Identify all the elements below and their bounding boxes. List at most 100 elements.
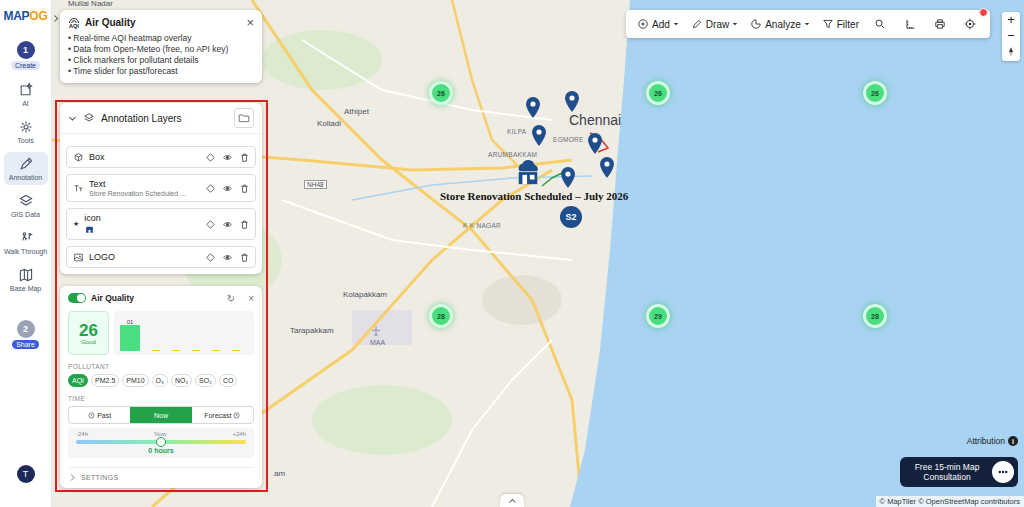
compass-icon[interactable] — [1007, 46, 1015, 58]
diamond-icon[interactable] — [206, 220, 215, 229]
aqi-marker[interactable]: 26 — [646, 81, 670, 105]
aqi-marker[interactable]: 26 — [429, 81, 453, 105]
sidebar-item[interactable]: Tools — [4, 115, 48, 148]
aqi-marker[interactable]: 26 — [863, 81, 887, 105]
sidebar-item[interactable]: Base Map — [4, 263, 48, 296]
panel-title: Annotation Layers — [101, 113, 182, 124]
location-pin-icon[interactable] — [599, 156, 615, 178]
info-icon: i — [1008, 436, 1018, 446]
location-pin-icon[interactable] — [531, 124, 547, 146]
pollutant-chip[interactable]: AQI — [68, 374, 88, 387]
pollutant-chip[interactable]: CO — [219, 374, 238, 387]
trash-icon[interactable] — [240, 220, 249, 229]
aqi-value-box: 26Good — [68, 311, 109, 355]
sidebar-item[interactable]: 1Create — [4, 37, 48, 74]
diamond-icon[interactable] — [206, 153, 215, 162]
trash-icon[interactable] — [240, 184, 249, 193]
map-area[interactable]: Mullai NadarAthipetKolladiChennaiKILPAEG… — [52, 0, 1024, 507]
chat-icon — [995, 464, 1011, 480]
attribution-button[interactable]: Attributioni — [967, 436, 1018, 446]
layers-icon — [83, 112, 95, 124]
slider-thumb[interactable] — [156, 437, 166, 447]
close-button[interactable]: × — [246, 15, 254, 30]
store-icon[interactable] — [514, 160, 542, 186]
eye-icon[interactable] — [223, 220, 232, 229]
folder-button[interactable] — [234, 108, 254, 128]
location-pin-icon[interactable] — [587, 132, 603, 154]
sidebar-label: Share — [12, 340, 39, 349]
refresh-button[interactable]: ↻ — [227, 293, 235, 304]
time-slider[interactable]: -24hNow+24h0 hours — [68, 428, 254, 458]
chevron-down-icon[interactable] — [68, 114, 77, 123]
user-avatar[interactable]: T — [17, 465, 35, 483]
location-pin-icon[interactable] — [525, 96, 541, 118]
chat-button[interactable] — [992, 461, 1014, 483]
layer-marker: ★ — [73, 220, 79, 228]
air-quality-toggle[interactable] — [68, 293, 86, 303]
sidebar-item[interactable]: Walk Through — [4, 226, 48, 259]
time-option[interactable]: Past — [69, 407, 130, 423]
trash-icon[interactable] — [240, 153, 249, 162]
aqi-marker[interactable]: 29 — [646, 304, 670, 328]
sidebar-item[interactable]: 2Share — [4, 316, 48, 353]
diamond-icon[interactable] — [206, 184, 215, 193]
aqi-marker[interactable]: 28 — [863, 304, 887, 328]
chart-bar[interactable] — [212, 350, 220, 352]
pen-icon — [18, 156, 34, 172]
trash-icon[interactable] — [240, 253, 249, 262]
pollutant-chip[interactable]: PM2.5 — [91, 374, 119, 387]
logo[interactable]: MAPOG — [4, 9, 48, 23]
toolbar-button[interactable]: Add — [634, 18, 682, 30]
search-button[interactable] — [868, 12, 892, 36]
chart-bar[interactable] — [232, 350, 240, 352]
chart-bar[interactable] — [120, 325, 140, 351]
annotation-text[interactable]: Store Renovation Scheduled – July 2026 — [440, 190, 628, 202]
zoom-in-button[interactable]: + — [1007, 12, 1015, 28]
time-option[interactable]: Now — [130, 407, 191, 423]
layer-row[interactable]: TextStore Renovation Scheduled ... — [66, 174, 256, 202]
slider-track[interactable] — [76, 440, 246, 444]
location-pin-icon[interactable] — [560, 166, 576, 188]
caret-down-icon — [804, 21, 810, 27]
aqi-marker[interactable]: 28 — [429, 304, 453, 328]
layer-row[interactable]: ★icon — [66, 208, 256, 240]
measure-button[interactable] — [898, 12, 922, 36]
locate-button[interactable] — [958, 12, 982, 36]
map-label: K K NAGAR — [463, 222, 501, 229]
close-button[interactable]: × — [248, 293, 254, 304]
zoom-out-button[interactable]: − — [1007, 28, 1015, 44]
pollutant-chip[interactable]: SO₂ — [195, 374, 216, 387]
settings-row[interactable]: SETTINGS — [68, 467, 254, 482]
eye-icon[interactable] — [223, 184, 232, 193]
consultation-button[interactable]: Free 15-min Map Consultation — [900, 457, 1018, 487]
chart-bar[interactable] — [192, 350, 200, 352]
chart-bar[interactable] — [152, 350, 160, 352]
annotation-layers-panel: Annotation Layers Box TextStore Renovation… — [60, 103, 262, 274]
map-label: MAA — [370, 339, 385, 347]
sidebar-item[interactable]: AI — [4, 78, 48, 111]
store-badge[interactable]: S2 — [560, 206, 582, 228]
eye-icon[interactable] — [223, 253, 232, 262]
pollutant-chip[interactable]: NO₂ — [171, 374, 192, 387]
layer-row[interactable]: Box — [66, 146, 256, 168]
sidebar-item[interactable]: GIS Data — [4, 189, 48, 222]
sidebar: MAPOG 1Create AI Tools Annotation GIS Data Wal… — [0, 0, 52, 507]
bottom-panel-toggle[interactable] — [500, 494, 524, 507]
print-button[interactable] — [928, 12, 952, 36]
store-preview-icon — [84, 224, 95, 235]
layer-subtitle: Store Renovation Scheduled ... — [89, 190, 201, 197]
map-icon — [18, 267, 34, 283]
sidebar-item[interactable]: Annotation — [4, 152, 48, 185]
collapse-sidebar-icon[interactable] — [53, 14, 59, 23]
toolbar-button[interactable]: Filter — [819, 18, 862, 30]
toolbar-button[interactable]: Draw — [688, 18, 741, 30]
eye-icon[interactable] — [223, 153, 232, 162]
chart-bar[interactable] — [172, 350, 180, 352]
toolbar-button[interactable]: Analyze — [747, 18, 813, 30]
pollutant-chip[interactable]: PM10 — [122, 374, 148, 387]
layer-row[interactable]: LOGO — [66, 246, 256, 268]
diamond-icon[interactable] — [206, 253, 215, 262]
pollutant-chip[interactable]: O₃ — [152, 374, 168, 387]
location-pin-icon[interactable] — [564, 90, 580, 112]
time-option[interactable]: Forecast — [192, 407, 253, 423]
